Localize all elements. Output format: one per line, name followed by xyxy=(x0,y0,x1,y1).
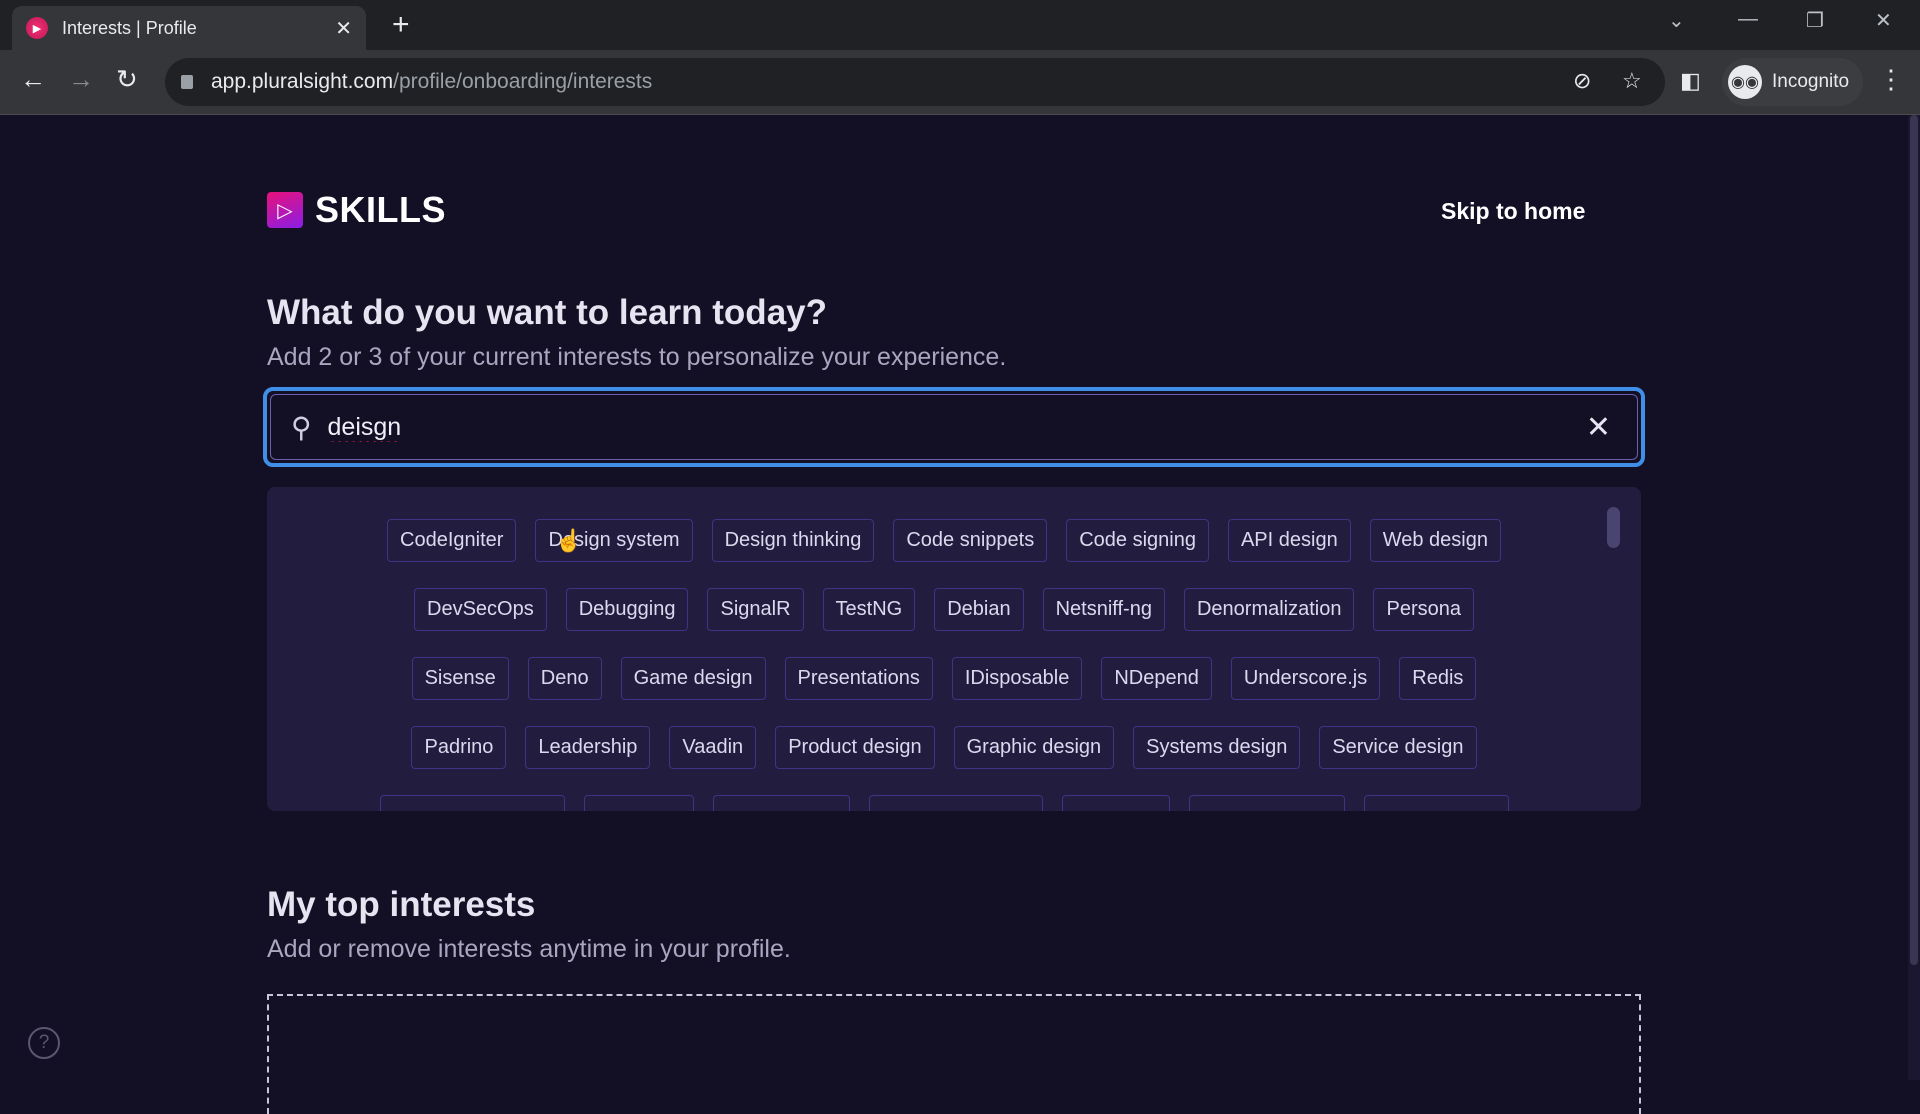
suggestion-chip[interactable]: Vaadin xyxy=(669,726,757,769)
hand-cursor-icon: ☝ xyxy=(555,528,583,553)
search-input[interactable] xyxy=(327,412,1586,442)
suggestion-chip[interactable] xyxy=(583,795,694,811)
help-icon[interactable]: ? xyxy=(28,1027,60,1059)
browser-tab-bar: ▶ Interests | Profile ✕ + ⌄ — ❐ ✕ xyxy=(0,0,1920,50)
close-tab-icon[interactable]: ✕ xyxy=(335,16,352,41)
suggestion-row: CodeIgniter Design system Design thinking C… xyxy=(267,519,1641,562)
suggestion-chip[interactable]: Debian xyxy=(934,588,1024,631)
suggestion-row-partial xyxy=(267,795,1641,811)
suggestion-chip[interactable]: API design xyxy=(1227,519,1351,562)
logo-text: SKILLS xyxy=(315,189,447,230)
suggestion-row: Sisense Deno Game design Presentations IDisp… xyxy=(267,657,1641,700)
suggestion-chip[interactable]: Redis xyxy=(1399,657,1477,700)
tab-title: Interests | Profile xyxy=(62,17,197,38)
suggestion-chip[interactable]: SignalR xyxy=(707,588,804,631)
new-tab-icon[interactable]: + xyxy=(392,8,410,42)
incognito-icon: ◉◉ xyxy=(1728,65,1762,99)
suggestion-chip[interactable]: Denormalization xyxy=(1183,588,1355,631)
suggestion-chip[interactable]: Game design xyxy=(620,657,766,700)
page-scrollbar[interactable] xyxy=(1908,115,1920,1080)
skip-to-home-link[interactable]: Skip to home xyxy=(1441,198,1585,225)
lock-icon xyxy=(181,75,193,89)
suggestion-chip[interactable]: Leadership xyxy=(525,726,651,769)
suggestion-chip[interactable]: Product design xyxy=(775,726,935,769)
profile-label: Incognito xyxy=(1772,71,1850,92)
top-interests-dropzone[interactable] xyxy=(267,994,1641,1114)
suggestion-chip[interactable]: IDisposable xyxy=(951,657,1083,700)
page-subtitle: Add 2 or 3 of your current interests to … xyxy=(267,343,1007,371)
suggestion-chip[interactable]: Code snippets xyxy=(893,519,1048,562)
suggestion-chip[interactable] xyxy=(1188,795,1345,811)
suggestions-panel: CodeIgniter Design system Design thinking C… xyxy=(267,487,1641,811)
suggestion-chip[interactable]: NDepend xyxy=(1101,657,1212,700)
reload-icon[interactable]: ↻ xyxy=(116,64,138,95)
play-logo-icon: ▷ xyxy=(267,192,303,228)
restore-icon[interactable]: ❐ xyxy=(1806,8,1824,33)
suggestion-chip[interactable] xyxy=(1363,795,1509,811)
forward-icon[interactable]: → xyxy=(68,64,94,95)
close-window-icon[interactable]: ✕ xyxy=(1875,8,1892,33)
suggestion-chip[interactable]: Graphic design xyxy=(953,726,1115,769)
suggestion-chip[interactable]: Design thinking xyxy=(711,519,875,562)
suggestion-chip[interactable] xyxy=(1061,795,1170,811)
suggestion-chip[interactable] xyxy=(868,795,1043,811)
browser-tab[interactable]: ▶ Interests | Profile ✕ xyxy=(12,6,366,50)
url-host: app.pluralsight.com xyxy=(211,70,394,93)
eye-off-icon[interactable]: ⊘ xyxy=(1573,68,1591,94)
page-title: What do you want to learn today? xyxy=(267,293,827,332)
kebab-menu-icon[interactable]: ⋮ xyxy=(1878,64,1904,95)
suggestion-chip[interactable] xyxy=(379,795,565,811)
star-icon[interactable]: ☆ xyxy=(1622,68,1642,94)
suggestion-chip[interactable]: Presentations xyxy=(784,657,933,700)
suggestion-chip[interactable]: Persona xyxy=(1373,588,1474,631)
suggestion-chip[interactable]: Service design xyxy=(1319,726,1477,769)
suggestion-chip[interactable]: Padrino xyxy=(411,726,507,769)
suggestion-chip[interactable]: TestNG xyxy=(822,588,916,631)
suggestion-chip[interactable]: Code signing xyxy=(1066,519,1209,562)
suggestion-chip[interactable]: Deno xyxy=(527,657,602,700)
side-panel-icon[interactable]: ◧ xyxy=(1680,68,1701,94)
suggestion-chip[interactable]: Debugging xyxy=(565,588,689,631)
suggestion-row: DevSecOps Debugging SignalR TestNG Debian Net… xyxy=(267,588,1641,631)
interest-search: ⚲ ✕ xyxy=(263,387,1645,467)
suggestion-chip[interactable]: Systems design xyxy=(1133,726,1301,769)
suggestion-chip[interactable]: Sisense xyxy=(411,657,509,700)
suggestion-chip[interactable] xyxy=(712,795,850,811)
tab-search-icon[interactable]: ⌄ xyxy=(1668,8,1685,33)
suggestions-scrollbar[interactable] xyxy=(1607,507,1620,548)
suggestion-chip[interactable]: Underscore.js xyxy=(1230,657,1381,700)
back-icon[interactable]: ← xyxy=(20,64,46,95)
top-interests-title: My top interests xyxy=(267,885,536,924)
skills-logo[interactable]: ▷ SKILLS xyxy=(267,189,446,231)
browser-toolbar: ← → ↻ app.pluralsight.com/profile/onboar… xyxy=(0,50,1920,115)
clear-search-icon[interactable]: ✕ xyxy=(1586,410,1611,445)
suggestion-chip[interactable]: CodeIgniter xyxy=(387,519,517,562)
address-bar[interactable]: app.pluralsight.com/profile/onboarding/i… xyxy=(165,58,1665,106)
suggestion-chip[interactable]: Web design xyxy=(1369,519,1501,562)
suggestion-chip[interactable]: Netsniff-ng xyxy=(1042,588,1165,631)
pluralsight-favicon-icon: ▶ xyxy=(26,17,48,39)
search-icon: ⚲ xyxy=(291,411,312,443)
suggestion-row: Padrino Leadership Vaadin Product design Gra… xyxy=(267,726,1641,769)
minimize-icon[interactable]: — xyxy=(1738,8,1758,31)
suggestion-chip[interactable]: DevSecOps xyxy=(414,588,547,631)
top-interests-subtitle: Add or remove interests anytime in your … xyxy=(267,935,791,963)
url-path: /profile/onboarding/interests xyxy=(393,70,653,93)
incognito-profile[interactable]: ◉◉ Incognito xyxy=(1722,58,1864,106)
